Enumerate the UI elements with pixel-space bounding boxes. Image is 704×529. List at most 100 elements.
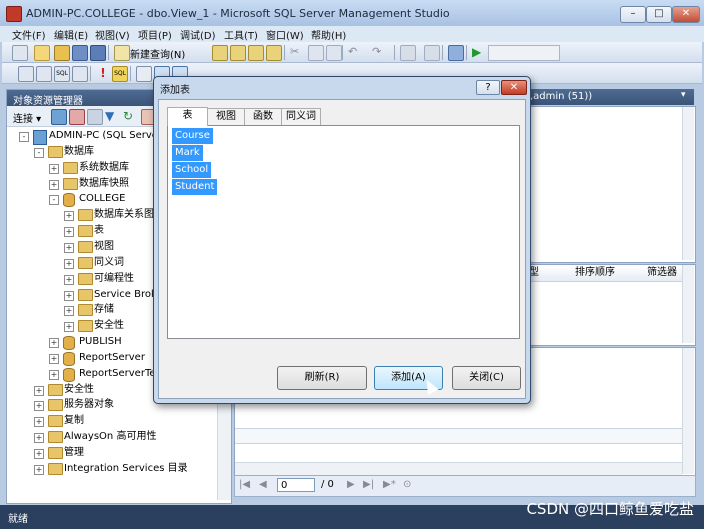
menu-window[interactable]: 窗口(W) bbox=[266, 27, 304, 42]
show-diagram-pane-icon[interactable] bbox=[18, 66, 34, 82]
help-button[interactable]: ? bbox=[476, 80, 500, 95]
folder-icon bbox=[48, 145, 63, 158]
paste-icon[interactable] bbox=[326, 45, 342, 61]
expand-icon[interactable]: + bbox=[64, 227, 74, 238]
expand-icon[interactable]: + bbox=[34, 417, 44, 428]
redo-icon[interactable]: ↷ bbox=[372, 45, 386, 59]
activity-monitor-icon[interactable] bbox=[448, 45, 464, 61]
collapse-icon[interactable]: - bbox=[19, 132, 29, 142]
menu-help[interactable]: 帮助(H) bbox=[311, 27, 346, 42]
expand-icon[interactable]: + bbox=[64, 211, 74, 222]
undo-icon[interactable]: ↶ bbox=[348, 45, 362, 59]
save-icon[interactable] bbox=[72, 45, 88, 61]
expand-icon[interactable]: + bbox=[64, 322, 74, 333]
record-number-input[interactable]: 0 bbox=[277, 478, 315, 492]
new-query-button[interactable]: 新建查询(N) bbox=[130, 46, 185, 61]
expand-icon[interactable]: + bbox=[49, 369, 59, 380]
show-criteria-pane-icon[interactable] bbox=[36, 66, 52, 82]
expand-icon[interactable]: + bbox=[64, 274, 74, 285]
expand-icon[interactable]: + bbox=[49, 338, 59, 349]
tree-node-label: 安全性 bbox=[94, 320, 124, 332]
menu-tools[interactable]: 工具(T) bbox=[224, 27, 258, 42]
show-results-pane-icon[interactable] bbox=[72, 66, 88, 82]
copy-icon[interactable] bbox=[308, 45, 324, 61]
expand-icon[interactable]: + bbox=[64, 258, 74, 269]
xmla-query-icon[interactable] bbox=[266, 45, 282, 61]
filter-icon[interactable]: ▼ bbox=[105, 109, 119, 123]
new-query-icon[interactable] bbox=[114, 45, 130, 61]
navigate-forward-icon[interactable] bbox=[424, 45, 440, 61]
previous-record-icon[interactable]: ◀ bbox=[259, 479, 267, 490]
minimize-button[interactable]: – bbox=[620, 6, 646, 23]
new-project-icon[interactable] bbox=[12, 45, 28, 61]
save-all-icon[interactable] bbox=[90, 45, 106, 61]
list-item-table[interactable]: Course bbox=[172, 128, 213, 144]
stop-record-icon[interactable]: ⊙ bbox=[403, 479, 411, 490]
results-pane-scrollbar[interactable] bbox=[682, 348, 694, 474]
menu-edit[interactable]: 编辑(E) bbox=[54, 27, 88, 42]
show-sql-pane-icon[interactable]: SQL bbox=[54, 66, 70, 82]
mdx-query-icon[interactable] bbox=[248, 45, 264, 61]
list-item-table[interactable]: School bbox=[172, 162, 212, 178]
tab-functions[interactable]: 函数 bbox=[244, 108, 282, 125]
tab-synonyms[interactable]: 同义词 bbox=[281, 108, 321, 125]
diagram-pane-scrollbar[interactable] bbox=[682, 107, 694, 260]
expand-icon[interactable]: + bbox=[49, 179, 59, 190]
expand-icon[interactable]: + bbox=[64, 306, 74, 317]
add-item-icon[interactable] bbox=[34, 45, 50, 61]
last-record-icon[interactable]: ▶| bbox=[363, 479, 374, 490]
expand-icon[interactable]: + bbox=[64, 290, 74, 301]
group-by-icon[interactable] bbox=[136, 66, 152, 82]
menu-view[interactable]: 视图(V) bbox=[95, 27, 130, 42]
next-record-icon[interactable]: ▶ bbox=[347, 479, 355, 490]
close-window-button[interactable]: ✕ bbox=[672, 6, 700, 23]
expand-icon[interactable]: + bbox=[34, 401, 44, 412]
expand-icon[interactable]: + bbox=[34, 449, 44, 459]
dialog-title: 添加表 bbox=[160, 85, 190, 96]
disconnect-icon[interactable] bbox=[69, 109, 85, 125]
maximize-button[interactable]: □ bbox=[646, 6, 672, 23]
db-engine-query-icon[interactable] bbox=[212, 45, 228, 61]
connect-button[interactable]: 连接 ▾ bbox=[13, 110, 41, 125]
dialog-close-button[interactable]: ✕ bbox=[501, 80, 527, 95]
menu-file[interactable]: 文件(F) bbox=[12, 27, 46, 42]
menu-project[interactable]: 项目(P) bbox=[138, 27, 172, 42]
execute-sql-icon[interactable]: ! bbox=[96, 66, 110, 80]
database-selector-dropdown[interactable] bbox=[488, 45, 560, 61]
results-hscrollbar[interactable] bbox=[235, 462, 682, 475]
open-file-icon[interactable] bbox=[54, 45, 70, 61]
criteria-pane-scrollbar[interactable] bbox=[682, 265, 694, 343]
execute-play-icon[interactable]: ▶ bbox=[472, 45, 486, 59]
new-record-icon[interactable]: ▶* bbox=[383, 479, 396, 490]
expand-icon[interactable]: + bbox=[34, 464, 44, 475]
list-item-table[interactable]: Mark bbox=[172, 145, 203, 161]
tree-node-label: PUBLISH bbox=[79, 336, 122, 348]
collapse-icon[interactable]: - bbox=[34, 147, 44, 158]
expand-icon[interactable]: + bbox=[64, 242, 74, 253]
first-record-icon[interactable]: |◀ bbox=[239, 479, 250, 490]
window-title: ADMIN-PC.COLLEGE - dbo.View_1 - Microsof… bbox=[26, 7, 450, 20]
connect-server-icon[interactable] bbox=[51, 109, 67, 125]
expand-icon[interactable]: + bbox=[34, 433, 44, 444]
stop-icon[interactable] bbox=[87, 109, 103, 125]
tab-tables[interactable]: 表 bbox=[167, 107, 208, 126]
navigate-back-icon[interactable] bbox=[400, 45, 416, 61]
analysis-query-icon[interactable] bbox=[230, 45, 246, 61]
tree-node-label: 系统数据库 bbox=[79, 161, 129, 173]
expand-icon[interactable]: + bbox=[49, 353, 59, 364]
expand-icon[interactable]: + bbox=[34, 385, 44, 396]
collapse-icon[interactable]: - bbox=[49, 195, 59, 206]
list-item-table[interactable]: Student bbox=[172, 179, 218, 195]
folder-icon bbox=[78, 272, 93, 285]
menu-debug[interactable]: 调试(D) bbox=[180, 27, 216, 42]
expand-icon[interactable]: + bbox=[49, 163, 59, 174]
cut-icon[interactable]: ✂ bbox=[290, 45, 304, 59]
tab-dropdown-icon[interactable]: ▾ bbox=[681, 90, 686, 100]
close-button[interactable]: 关闭(C) bbox=[452, 366, 521, 390]
refresh-icon[interactable]: ↻ bbox=[123, 109, 137, 123]
verify-sql-icon[interactable]: SQL bbox=[112, 66, 128, 82]
tables-list[interactable]: Course Mark School Student bbox=[167, 125, 520, 339]
tab-views[interactable]: 视图 bbox=[207, 108, 245, 125]
document-tab-title[interactable]: ,admin (51)) bbox=[530, 91, 592, 102]
refresh-button[interactable]: 刷新(R) bbox=[277, 366, 367, 390]
